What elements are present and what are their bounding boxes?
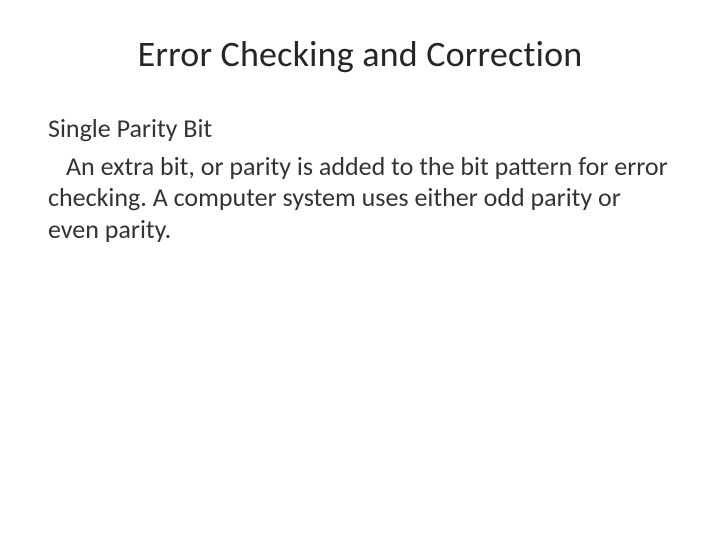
content-subheading: Single Parity Bit	[48, 112, 672, 145]
slide-title: Error Checking and Correction	[48, 32, 672, 76]
slide-content: Single Parity Bit An extra bit, or parit…	[48, 112, 672, 246]
content-body: An extra bit, or parity is added to the …	[48, 151, 672, 246]
slide: Error Checking and Correction Single Par…	[0, 0, 720, 540]
